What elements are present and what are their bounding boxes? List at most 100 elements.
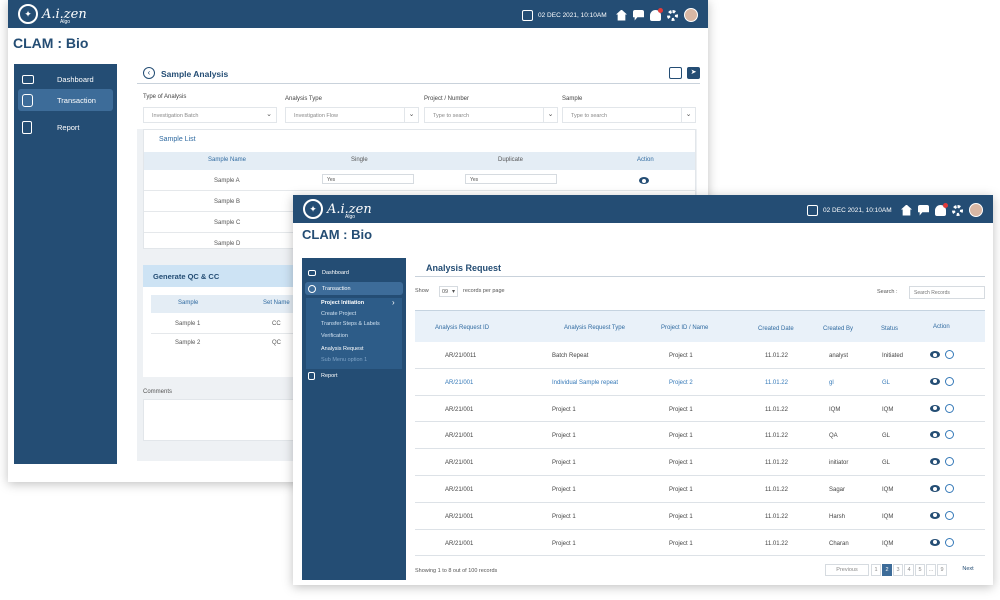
table-row[interactable]: AR/21/001 Project 1 Project 1 11.01.22 QA GL — [415, 422, 985, 450]
analysis-type-select[interactable]: Investigation Flow ⌄ — [285, 107, 419, 123]
submenu-item-analysis-request[interactable]: Analysis Request — [321, 346, 364, 352]
page-button[interactable]: 4 — [904, 564, 914, 576]
page-size-select[interactable]: 09 ▾ — [439, 286, 458, 297]
cell-status: IQM — [882, 406, 894, 413]
history-icon[interactable] — [945, 510, 954, 520]
submenu-item-project-initiation[interactable]: Project Initiation — [321, 300, 364, 306]
eye-icon[interactable] — [639, 177, 649, 184]
select-value: Investigation Flow — [294, 113, 339, 119]
page-title: Analysis Request — [426, 263, 502, 273]
eye-icon[interactable] — [930, 431, 940, 439]
sidebar-item-dashboard[interactable]: Dashboard — [14, 70, 117, 88]
submenu-item-create-project[interactable]: Create Project — [321, 311, 356, 317]
table-row[interactable]: AR/21/001 Project 1 Project 1 11.01.22 Harsh… — [415, 503, 985, 530]
history-icon[interactable] — [945, 457, 954, 467]
search-input[interactable] — [909, 286, 985, 299]
submenu-item-verification[interactable]: Verification — [321, 333, 348, 339]
chat-icon[interactable] — [633, 9, 644, 21]
submenu-item-transfer-steps[interactable]: Transfer Steps & Labels — [321, 321, 380, 327]
home-icon[interactable] — [901, 204, 912, 216]
calendar-icon[interactable] — [807, 205, 818, 216]
history-icon[interactable] — [945, 350, 954, 359]
page-button[interactable]: 3 — [893, 564, 903, 576]
eye-icon[interactable] — [930, 377, 940, 385]
table-row[interactable]: AR/21/001 Project 1 Project 1 11.01.22 Chara… — [415, 530, 985, 557]
sidebar-item-transaction[interactable]: Transaction — [18, 89, 113, 111]
eye-icon[interactable] — [930, 458, 940, 466]
submenu-item-option-1[interactable]: Sub Menu option 1 — [321, 357, 367, 363]
comments-textarea[interactable] — [143, 399, 303, 441]
table-row[interactable]: AR/21/001 Project 1 Project 1 11.01.22 IQM IQ… — [415, 396, 985, 423]
eye-icon[interactable] — [930, 511, 940, 519]
page-button-current[interactable]: 2 — [882, 564, 892, 576]
chevron-down-icon: ⌄ — [543, 108, 557, 122]
cell-project: Project 1 — [669, 460, 693, 467]
send-icon[interactable]: ➤ — [687, 67, 700, 79]
datetime-text: 02 DEC 2021, 10:10AM — [823, 207, 892, 214]
field-label: Sample — [562, 96, 583, 102]
column-header: Action — [933, 324, 950, 330]
next-button[interactable]: Next — [953, 564, 983, 576]
previous-button[interactable]: Previous — [825, 564, 869, 576]
gear-icon[interactable] — [667, 9, 678, 21]
home-icon[interactable] — [616, 9, 627, 21]
avatar[interactable] — [969, 203, 983, 217]
project-number-select[interactable]: Type to search ⌄ — [424, 107, 558, 123]
qc-title: Generate QC & CC — [153, 272, 220, 281]
eye-icon[interactable] — [930, 404, 940, 412]
table-row[interactable]: AR/21/001 Individual Sample repeat Project… — [415, 369, 985, 396]
duplicate-select[interactable]: Yes — [465, 174, 557, 184]
chat-icon[interactable] — [918, 204, 929, 216]
chevron-down-icon: ▾ — [451, 289, 455, 295]
history-icon[interactable] — [945, 537, 954, 547]
type-of-analysis-select[interactable]: Investigation Batch ⌄ — [143, 107, 277, 123]
sidebar-item-report[interactable]: Report — [302, 370, 406, 382]
cell-date: 11.01.22 — [765, 513, 788, 520]
page-title: Sample Analysis — [161, 69, 229, 79]
field-label: Type of Analysis — [143, 94, 187, 100]
bell-icon[interactable] — [650, 7, 663, 21]
avatar[interactable] — [684, 8, 698, 22]
bell-icon[interactable] — [935, 202, 948, 216]
sample-select[interactable]: Type to search ⌄ — [562, 107, 696, 123]
table-row[interactable]: AR/21/0011 Batch Repeat Project 1 11.01.22 a… — [415, 342, 985, 369]
calendar-icon[interactable] — [522, 10, 533, 21]
table-row[interactable]: AR/21/001 Project 1 Project 1 11.01.22 Sagar… — [415, 476, 985, 503]
history-icon[interactable] — [945, 484, 954, 493]
chevron-right-icon[interactable]: › — [392, 298, 395, 307]
eye-icon[interactable] — [930, 351, 940, 358]
sample-name: Sample B — [214, 199, 241, 205]
logo: ✦ A.i.zen Algo — [18, 4, 87, 25]
history-icon[interactable] — [945, 376, 954, 386]
comments-label: Comments — [143, 389, 173, 395]
table-row[interactable]: AR/21/001 Project 1 Project 1 11.01.22 initi… — [415, 449, 985, 476]
clipboard-icon — [308, 372, 315, 380]
cell-by: Harsh — [829, 513, 846, 520]
sidebar-item-report[interactable]: Report — [14, 118, 117, 136]
app-title: CLAM : Bio — [13, 35, 89, 51]
page-button[interactable]: 5 — [915, 564, 925, 576]
page-button[interactable]: 9 — [937, 564, 947, 576]
history-icon[interactable] — [945, 430, 954, 440]
sidebar-item-transaction[interactable]: Transaction — [305, 282, 403, 295]
select-value: 09 — [442, 289, 449, 295]
sidebar-item-label: Dashboard — [57, 74, 94, 84]
single-select[interactable]: Yes — [322, 174, 414, 184]
save-icon[interactable] — [669, 67, 682, 79]
back-icon[interactable]: ‹ — [143, 67, 155, 79]
sidebar-item-dashboard[interactable]: Dashboard — [302, 267, 406, 279]
cell-status: GL — [882, 460, 891, 467]
select-value: Type to search — [571, 113, 608, 119]
column-header: Status — [881, 326, 899, 332]
gear-icon[interactable] — [952, 204, 963, 216]
eye-icon[interactable] — [930, 485, 940, 492]
cell-status: Initiated — [882, 353, 904, 359]
column-header: Single — [351, 157, 368, 163]
column-header: Created By — [823, 326, 854, 332]
history-icon[interactable] — [945, 403, 954, 413]
qc-panel: Sample Set Name Sample 1 CC Sample 2 QC — [143, 287, 303, 377]
column-header: Project ID / Name — [661, 325, 709, 331]
cell-project: Project 2 — [669, 379, 693, 386]
page-button[interactable]: 1 — [871, 564, 881, 576]
eye-icon[interactable] — [930, 538, 940, 546]
